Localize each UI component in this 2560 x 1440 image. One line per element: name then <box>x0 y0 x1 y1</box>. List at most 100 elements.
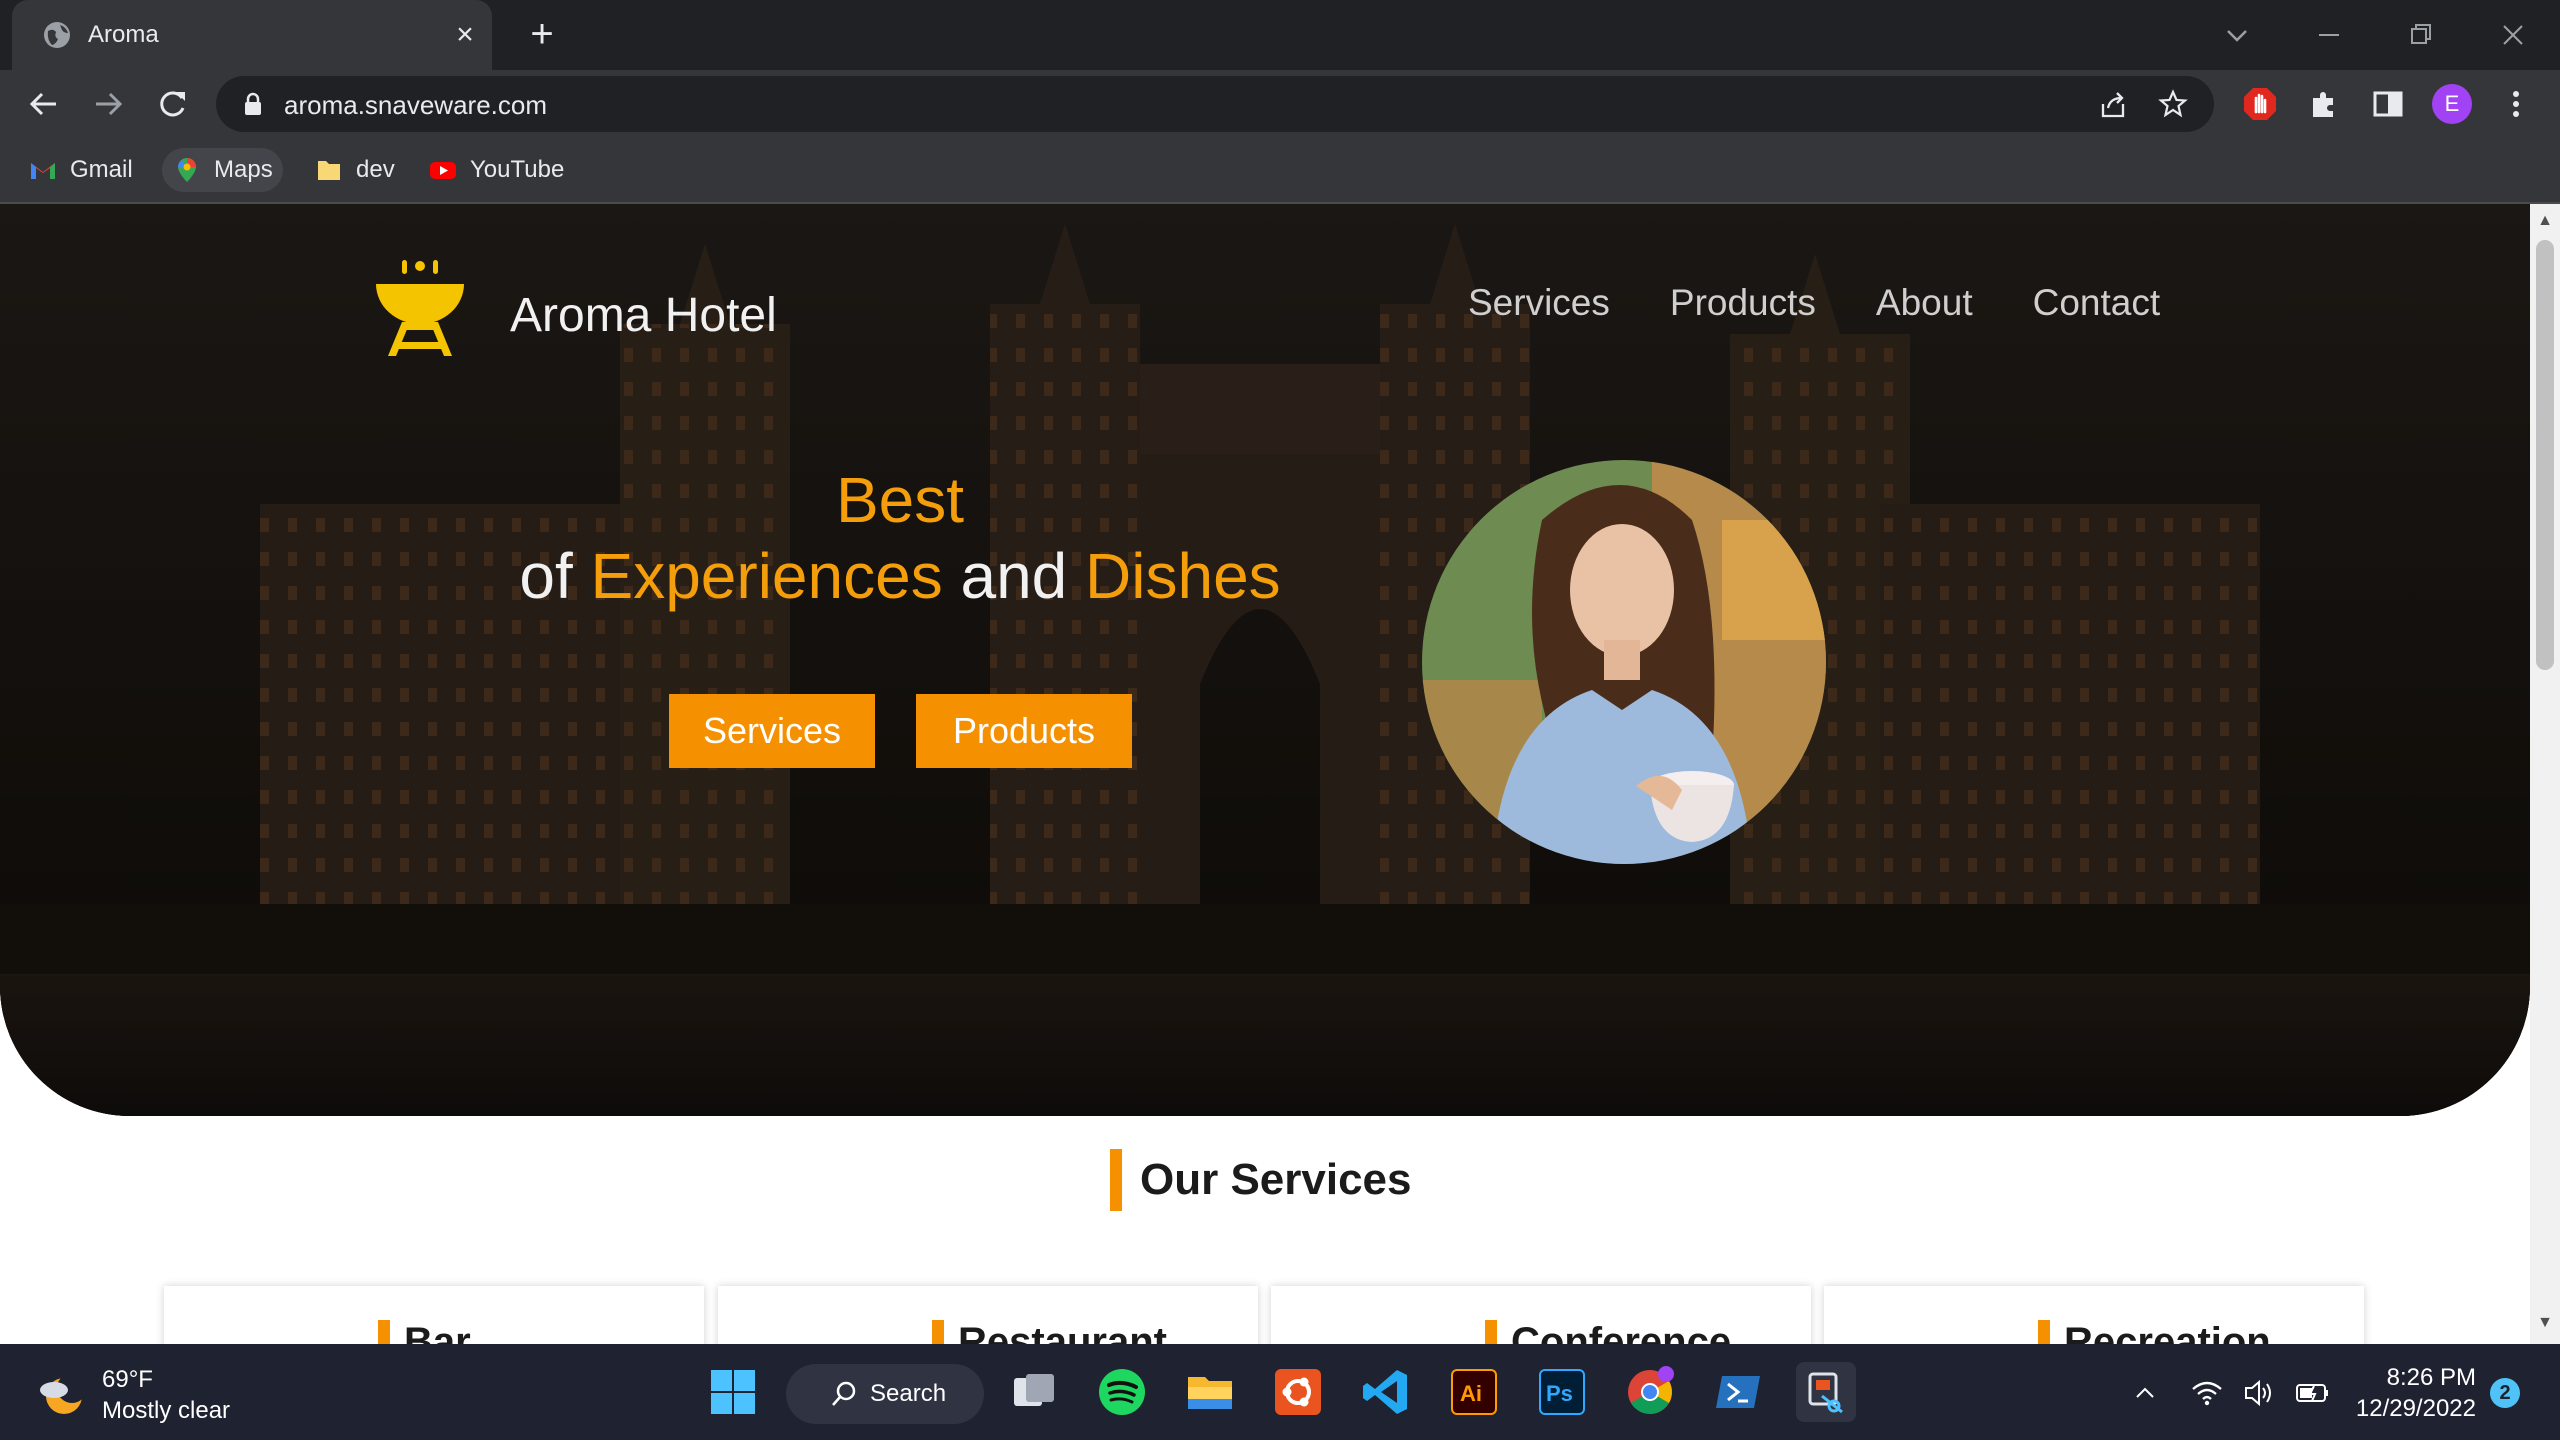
hero-products-button[interactable]: Products <box>916 694 1132 768</box>
headline-experiences: Experiences <box>590 540 943 612</box>
bookmark-label: Gmail <box>70 156 133 183</box>
wifi-icon[interactable] <box>2190 1376 2224 1410</box>
photoshop-icon: Ps <box>1539 1369 1585 1415</box>
bookmark-folder-dev[interactable]: dev <box>304 148 405 192</box>
scroll-down-icon[interactable]: ▼ <box>2536 1314 2554 1332</box>
weather-widget[interactable]: 69°F Mostly clear <box>36 1364 230 1426</box>
card-accent-bar <box>378 1320 390 1344</box>
headline-and: and <box>942 540 1086 612</box>
card-accent-bar <box>1485 1320 1497 1344</box>
bookmark-label: dev <box>356 156 395 183</box>
bookmark-youtube[interactable]: YouTube <box>418 148 574 192</box>
battery-icon[interactable] <box>2294 1376 2332 1410</box>
nav-about[interactable]: About <box>1876 278 1973 328</box>
photoshop-app[interactable]: Ps <box>1532 1362 1592 1422</box>
taskbar-clock[interactable]: 8:26 PM 12/29/2022 <box>2352 1362 2476 1424</box>
page-viewport: Aroma Hotel Services Products About Cont… <box>0 204 2530 1344</box>
weather-description: Mostly clear <box>102 1397 231 1424</box>
hero-services-button[interactable]: Services <box>669 694 875 768</box>
back-icon[interactable] <box>24 84 64 124</box>
url-text: aroma.snaveware.com <box>284 90 547 120</box>
card-title: Bar <box>404 1320 471 1344</box>
snipping-tool-app[interactable] <box>1796 1362 1856 1422</box>
snipping-tool-icon <box>1808 1372 1843 1414</box>
minimize-icon[interactable] <box>2306 12 2352 58</box>
globe-icon <box>44 22 70 48</box>
terminal-app[interactable] <box>1708 1362 1768 1422</box>
hero-section: Aroma Hotel Services Products About Cont… <box>0 204 2530 1116</box>
chevron-up-icon[interactable] <box>2130 1378 2160 1408</box>
page-scrollbar[interactable]: ▲ ▼ <box>2530 204 2560 1344</box>
service-card-bar[interactable]: Bar <box>164 1286 704 1344</box>
start-button[interactable] <box>703 1362 763 1422</box>
chrome-icon <box>1628 1366 1674 1414</box>
menu-kebab-icon[interactable] <box>2496 84 2536 124</box>
close-window-icon[interactable] <box>2490 12 2536 58</box>
spotify-icon <box>1099 1369 1145 1415</box>
vscode-app[interactable] <box>1356 1362 1416 1422</box>
service-card-conference[interactable]: Conference <box>1271 1286 1811 1344</box>
hero-headline: Best of Experiences and Dishes <box>500 462 1300 614</box>
headline-line1: Best <box>835 464 965 536</box>
tab-title: Aroma <box>88 21 159 48</box>
extensions-icon[interactable] <box>2304 84 2344 124</box>
folder-icon <box>318 161 340 180</box>
hero-portrait-image <box>1422 460 1826 864</box>
nav-contact[interactable]: Contact <box>2033 278 2161 328</box>
notification-badge[interactable]: 2 <box>2490 1378 2520 1408</box>
nav-products[interactable]: Products <box>1670 278 1816 328</box>
section-title-text: Our Services <box>1140 1155 1412 1204</box>
address-bar[interactable]: aroma.snaveware.com <box>216 76 2214 132</box>
bookmark-label: Maps <box>214 156 273 183</box>
tab-strip: Aroma × + <box>0 0 2560 70</box>
new-tab-icon[interactable]: + <box>522 14 562 54</box>
nav-services[interactable]: Services <box>1468 278 1610 328</box>
bookmark-maps[interactable]: Maps <box>162 148 283 192</box>
card-title: Restaurant <box>958 1320 1167 1344</box>
grill-logo-icon <box>376 260 464 356</box>
folder-icon <box>1188 1377 1232 1409</box>
ubuntu-icon <box>1275 1369 1321 1415</box>
powershell-icon <box>1716 1376 1760 1408</box>
windows-logo-icon <box>711 1370 755 1414</box>
side-panel-icon[interactable] <box>2368 84 2408 124</box>
brand-name[interactable]: Aroma Hotel <box>510 286 777 346</box>
scrollbar-thumb[interactable] <box>2536 240 2554 670</box>
main-nav: Services Products About Contact <box>1468 278 2220 328</box>
illustrator-icon: Ai <box>1451 1369 1497 1415</box>
file-explorer-app[interactable] <box>1180 1362 1240 1422</box>
chrome-app[interactable] <box>1620 1362 1680 1422</box>
bookmarks-bar: Gmail Maps dev YouTube <box>0 138 2560 204</box>
tab-search-icon[interactable] <box>2214 12 2260 58</box>
task-view-icon <box>1014 1374 1054 1406</box>
bookmark-star-icon[interactable] <box>2158 89 2188 119</box>
svg-text:Ai: Ai <box>1460 1381 1482 1406</box>
browser-toolbar: aroma.snaveware.com E <box>0 70 2560 138</box>
volume-icon[interactable] <box>2242 1376 2276 1410</box>
browser-tab[interactable]: Aroma × <box>12 0 492 70</box>
bookmark-gmail[interactable]: Gmail <box>18 148 143 192</box>
taskbar-search[interactable]: Search <box>786 1364 984 1424</box>
forward-icon[interactable] <box>88 84 128 124</box>
scroll-up-icon[interactable]: ▲ <box>2536 212 2554 230</box>
share-icon[interactable] <box>2098 90 2128 120</box>
profile-avatar[interactable]: E <box>2432 84 2472 124</box>
card-title: Recreation <box>2064 1320 2271 1344</box>
restore-icon[interactable] <box>2398 12 2444 58</box>
spotify-app[interactable] <box>1092 1362 1152 1422</box>
headline-line2: of Experiences and Dishes <box>500 538 1300 614</box>
gmail-icon <box>31 163 55 179</box>
adblock-extension-icon[interactable] <box>2240 84 2280 124</box>
search-label: Search <box>870 1380 947 1407</box>
service-card-recreation[interactable]: Recreation <box>1824 1286 2364 1344</box>
svg-text:Ps: Ps <box>1546 1381 1573 1406</box>
close-tab-icon[interactable]: × <box>448 18 482 52</box>
clock-time: 8:26 PM <box>2386 1364 2476 1391</box>
service-card-restaurant[interactable]: Restaurant <box>718 1286 1258 1344</box>
ubuntu-app[interactable] <box>1268 1362 1328 1422</box>
task-view-button[interactable] <box>1004 1362 1064 1422</box>
illustrator-app[interactable]: Ai <box>1444 1362 1504 1422</box>
clock-date: 12/29/2022 <box>2355 1395 2476 1422</box>
youtube-icon <box>430 162 456 179</box>
reload-icon[interactable] <box>152 84 192 124</box>
